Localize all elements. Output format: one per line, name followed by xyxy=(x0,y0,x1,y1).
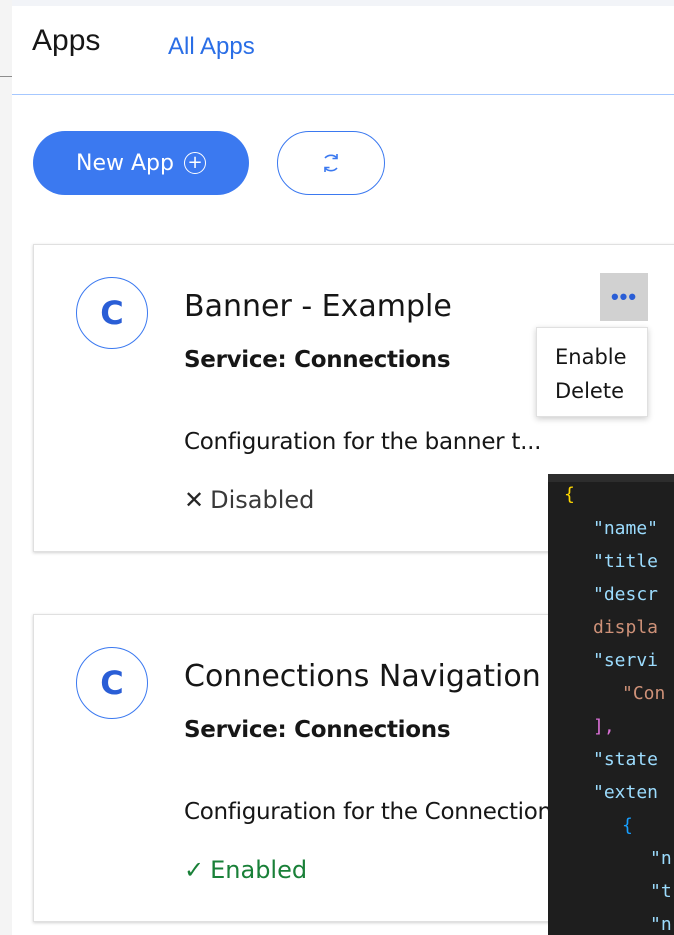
new-app-label: New App xyxy=(76,150,174,176)
page-title: Apps xyxy=(32,24,101,57)
code-line: "title xyxy=(593,551,659,572)
app-avatar: C xyxy=(76,277,148,349)
gutter-divider xyxy=(0,76,12,77)
code-line: displa xyxy=(593,617,659,638)
status-label: Enabled xyxy=(210,856,308,884)
left-gutter xyxy=(0,0,12,935)
menu-item-enable[interactable]: Enable xyxy=(537,340,647,374)
app-card-description: Configuration for the banner t... xyxy=(184,429,542,455)
more-options-icon: ••• xyxy=(610,284,638,309)
page-header: Apps All Apps xyxy=(12,6,674,95)
overflow-menu-button[interactable]: ••• xyxy=(600,273,648,321)
code-line: "servi xyxy=(593,650,659,671)
all-apps-link[interactable]: All Apps xyxy=(168,33,255,61)
code-line: "name" xyxy=(593,518,659,539)
code-line: "n xyxy=(650,848,672,869)
code-line: "Con xyxy=(622,683,666,704)
app-card-service: Service: Connections xyxy=(184,717,451,743)
app-card-title: Banner - Example xyxy=(184,289,452,324)
code-line: ], xyxy=(593,716,615,737)
checkmark-icon: ✓ xyxy=(184,856,205,884)
code-line: "exten xyxy=(593,782,659,803)
code-line: "descr xyxy=(593,584,659,605)
code-line: { xyxy=(564,484,575,505)
app-card-service: Service: Connections xyxy=(184,347,451,373)
app-avatar: C xyxy=(76,647,148,719)
code-line: "t xyxy=(650,881,672,902)
status-badge: ✓ Enabled xyxy=(184,856,307,884)
close-icon: ✕ xyxy=(184,486,205,514)
code-line: "n xyxy=(650,914,672,935)
refresh-icon xyxy=(324,154,338,172)
app-card-description: Configuration for the Connections xyxy=(184,799,564,825)
code-line: { xyxy=(622,815,633,836)
page: Apps All Apps New App + C Banner - Examp… xyxy=(0,0,674,935)
editor-tab-bar xyxy=(548,474,674,482)
refresh-button[interactable] xyxy=(277,131,385,195)
menu-item-delete[interactable]: Delete xyxy=(537,374,647,408)
code-line: "state xyxy=(593,749,659,770)
status-badge: ✕ Disabled xyxy=(184,486,314,514)
plus-circle-icon: + xyxy=(183,152,206,174)
overflow-menu: Enable Delete xyxy=(536,327,648,417)
status-label: Disabled xyxy=(210,486,315,514)
app-card-title: Connections Navigation xyxy=(184,659,541,694)
new-app-button[interactable]: New App + xyxy=(33,131,249,195)
code-editor-panel[interactable]: { "name" "title "descr displa "servi "Co… xyxy=(548,474,674,935)
